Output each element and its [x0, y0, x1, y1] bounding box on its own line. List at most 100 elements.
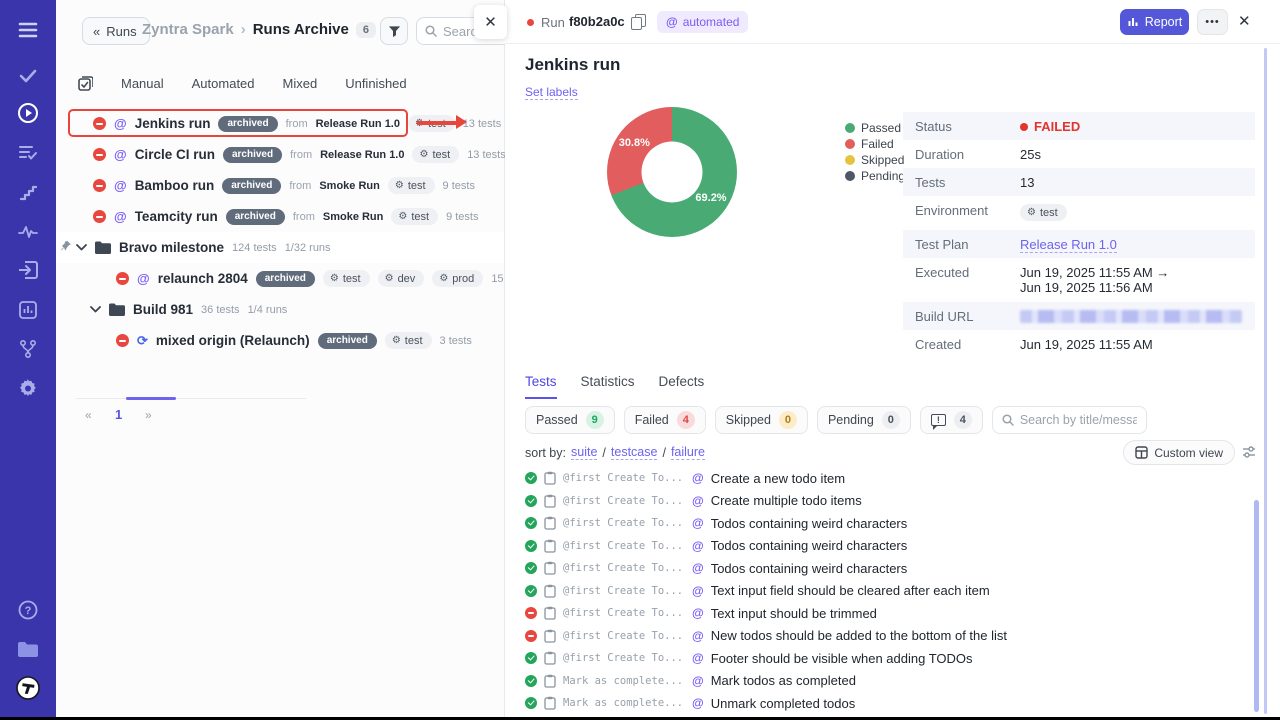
- test-title[interactable]: Create multiple todo items: [711, 493, 862, 508]
- run-row-bamboo[interactable]: @ Bamboo run archived from Smoke Run ⚙te…: [56, 170, 504, 201]
- analytics-icon[interactable]: [0, 298, 56, 322]
- run-name[interactable]: relaunch 2804: [158, 271, 248, 286]
- filter-comments-button[interactable]: !4: [920, 406, 983, 434]
- pagination-page-1[interactable]: 1: [115, 407, 122, 422]
- run-name[interactable]: Jenkins run: [135, 116, 211, 131]
- filter-passed-button[interactable]: Passed9: [525, 406, 615, 434]
- report-button[interactable]: Report: [1120, 9, 1189, 35]
- test-suite-label[interactable]: @first Create To...: [563, 540, 685, 552]
- settings-gear-icon[interactable]: [0, 377, 56, 401]
- runs-icon[interactable]: [0, 101, 56, 125]
- run-name[interactable]: Bamboo run: [135, 178, 215, 193]
- branches-icon[interactable]: [0, 337, 56, 361]
- folder-name[interactable]: Build 981: [133, 302, 193, 317]
- test-title[interactable]: Footer should be visible when adding TOD…: [711, 651, 973, 666]
- test-row[interactable]: Mark as complete... @ Unmark completed t…: [525, 692, 1250, 715]
- test-plan-link[interactable]: Release Run 1.0: [1020, 237, 1117, 253]
- pagination-prev-button[interactable]: «: [85, 408, 92, 422]
- test-title[interactable]: Mark todos as completed: [711, 673, 856, 688]
- tab-statistics[interactable]: Statistics: [581, 374, 635, 399]
- test-row[interactable]: @first Create To... @ Todos containing w…: [525, 512, 1250, 535]
- sort-by-testcase[interactable]: testcase: [611, 445, 658, 460]
- projects-folder-icon[interactable]: [0, 637, 56, 661]
- panel-scrollbar-track[interactable]: [1264, 48, 1267, 714]
- close-detail-icon[interactable]: ✕: [1238, 12, 1251, 30]
- tab-tests[interactable]: Tests: [525, 374, 557, 399]
- test-title[interactable]: Text input field should be cleared after…: [711, 583, 990, 598]
- test-suite-label[interactable]: @first Create To...: [563, 607, 685, 619]
- activity-pulse-icon[interactable]: [0, 220, 56, 244]
- filter-pending-button[interactable]: Pending0: [817, 406, 911, 434]
- run-name[interactable]: Teamcity run: [135, 209, 218, 224]
- sliders-icon[interactable]: [1242, 445, 1256, 459]
- test-suite-label[interactable]: @first Create To...: [563, 562, 685, 574]
- test-row[interactable]: @first Create To... @ Todos containing w…: [525, 557, 1250, 580]
- folder-row-build-981[interactable]: Build 981 36 tests 1/4 runs: [56, 294, 504, 325]
- run-row-relaunch-2804[interactable]: @ relaunch 2804 archived ⚙test ⚙dev ⚙pro…: [56, 263, 504, 294]
- test-suite-label[interactable]: Mark as complete...: [563, 697, 685, 709]
- run-row-teamcity[interactable]: @ Teamcity run archived from Smoke Run ⚙…: [56, 201, 504, 232]
- sort-by-suite[interactable]: suite: [571, 445, 597, 460]
- redacted-build-url[interactable]: [1020, 310, 1242, 323]
- tests-icon[interactable]: [0, 64, 56, 88]
- test-title[interactable]: New todos should be added to the bottom …: [711, 628, 1007, 643]
- more-options-button[interactable]: •••: [1197, 9, 1228, 35]
- run-name[interactable]: Circle CI run: [135, 147, 215, 162]
- select-all-icon[interactable]: [78, 76, 93, 91]
- run-row-circleci[interactable]: @ Circle CI run archived from Release Ru…: [56, 139, 504, 170]
- test-row[interactable]: @first Create To... @ Create a new todo …: [525, 467, 1250, 490]
- custom-view-button[interactable]: Custom view: [1123, 440, 1235, 465]
- back-to-runs-button[interactable]: « Runs: [82, 17, 150, 45]
- filter-skipped-button[interactable]: Skipped0: [715, 406, 808, 434]
- test-title[interactable]: Text input should be trimmed: [711, 606, 877, 621]
- import-icon[interactable]: [0, 258, 56, 282]
- sort-by-failure[interactable]: failure: [671, 445, 705, 460]
- test-row[interactable]: @first Create To... @ Footer should be v…: [525, 647, 1250, 670]
- set-labels-link[interactable]: Set labels: [525, 85, 578, 100]
- tab-manual[interactable]: Manual: [121, 76, 164, 91]
- test-row[interactable]: @first Create To... @ Create multiple to…: [525, 490, 1250, 513]
- user-avatar[interactable]: [0, 676, 56, 700]
- test-suite-label[interactable]: @first Create To...: [563, 652, 685, 664]
- pagination-next-button[interactable]: »: [145, 408, 152, 422]
- folder-name[interactable]: Bravo milestone: [119, 240, 224, 255]
- test-suite-label[interactable]: @first Create To...: [563, 472, 685, 484]
- steps-icon[interactable]: [0, 181, 56, 205]
- test-row[interactable]: @first Create To... @ New todos should b…: [525, 625, 1250, 648]
- tab-unfinished[interactable]: Unfinished: [345, 76, 406, 91]
- test-title[interactable]: Create a new todo item: [711, 471, 845, 486]
- test-suite-label[interactable]: @first Create To...: [563, 517, 685, 529]
- chevron-down-icon[interactable]: [76, 244, 87, 251]
- test-plans-icon[interactable]: [0, 141, 56, 165]
- automated-badge[interactable]: @ automated: [657, 11, 748, 33]
- folder-row-bravo-milestone[interactable]: Bravo milestone 124 tests 1/32 runs: [56, 232, 504, 263]
- tests-scrollbar-thumb[interactable]: [1254, 500, 1259, 712]
- test-row[interactable]: @first Create To... @ Todos containing w…: [525, 535, 1250, 558]
- help-icon[interactable]: ?: [0, 598, 56, 622]
- test-suite-label[interactable]: @first Create To...: [563, 495, 685, 507]
- test-title[interactable]: Todos containing weird characters: [711, 561, 908, 576]
- tests-search-input[interactable]: [1020, 413, 1137, 427]
- test-title[interactable]: Unmark completed todos: [711, 696, 856, 711]
- filter-failed-button[interactable]: Failed4: [624, 406, 706, 434]
- tab-defects[interactable]: Defects: [659, 374, 705, 399]
- test-title[interactable]: Todos containing weird characters: [711, 538, 908, 553]
- breadcrumb-project[interactable]: Zyntra Spark: [142, 21, 234, 38]
- run-name[interactable]: mixed origin (Relaunch): [156, 333, 310, 348]
- tab-automated[interactable]: Automated: [192, 76, 255, 91]
- tab-mixed[interactable]: Mixed: [283, 76, 318, 91]
- test-suite-label[interactable]: Mark as complete...: [563, 675, 685, 687]
- panel-close-button[interactable]: ✕: [474, 5, 507, 39]
- run-row-jenkins[interactable]: @ Jenkins run archived from Release Run …: [56, 108, 504, 139]
- test-suite-label[interactable]: @first Create To...: [563, 630, 685, 642]
- run-row-mixed-origin[interactable]: ⟳ mixed origin (Relaunch) archived ⚙test…: [56, 325, 504, 356]
- chevron-down-icon[interactable]: [90, 306, 101, 313]
- copy-icon[interactable]: [631, 14, 647, 30]
- test-suite-label[interactable]: @first Create To...: [563, 585, 685, 597]
- test-row[interactable]: @first Create To... @ Text input field s…: [525, 580, 1250, 603]
- filter-funnel-button[interactable]: [380, 17, 408, 45]
- test-row[interactable]: Mark as complete... @ Mark todos as comp…: [525, 670, 1250, 693]
- test-title[interactable]: Todos containing weird characters: [711, 516, 908, 531]
- test-row[interactable]: @first Create To... @ Text input should …: [525, 602, 1250, 625]
- menu-icon[interactable]: [0, 18, 56, 42]
